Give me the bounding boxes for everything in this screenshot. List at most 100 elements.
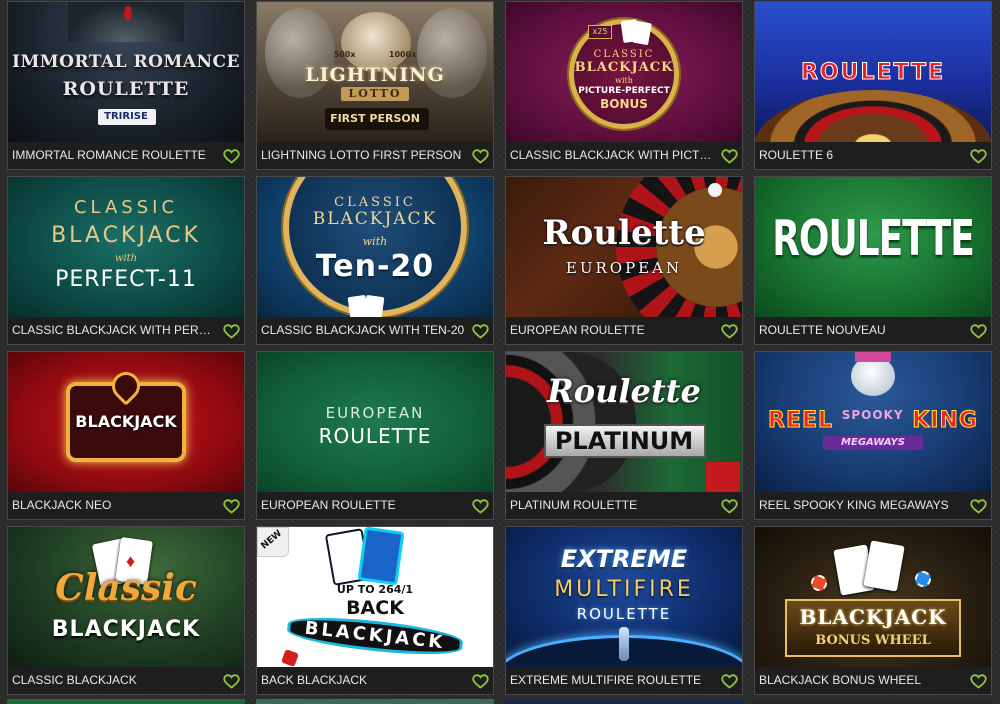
logo-line: BLACKJACK	[51, 617, 201, 642]
logo-line: MULTIFIRE	[554, 577, 694, 602]
multiplier-label: 500x	[333, 50, 356, 59]
logo-line: LOTTO	[348, 87, 402, 100]
favorite-heart-icon[interactable]	[223, 324, 240, 339]
game-title: CLASSIC BLACKJACK WITH TEN-20	[257, 317, 493, 344]
logo-line: PLATINUM	[554, 427, 694, 455]
logo-badge: TRIRISE	[104, 111, 148, 122]
logo-line: REEL	[768, 408, 834, 434]
next-row-tile-peek[interactable]	[505, 699, 743, 704]
favorite-heart-icon[interactable]	[970, 674, 987, 689]
multiplier-badge: x25	[588, 25, 612, 39]
logo-line: ROULETTE	[772, 211, 975, 268]
favorite-heart-icon[interactable]	[721, 324, 738, 339]
game-thumbnail: EXTREME MULTIFIRE ROULETTE	[506, 527, 742, 667]
logo-line: MEGAWAYS	[841, 437, 905, 448]
game-tile[interactable]: Roulette EUROPEAN EUROPEAN ROULETTE	[505, 176, 743, 345]
favorite-heart-icon[interactable]	[472, 499, 489, 514]
logo-line: SPOOKY	[841, 408, 904, 422]
logo-line: Classic	[55, 567, 197, 609]
logo-line: with	[362, 235, 388, 248]
game-thumbnail: BLACKJACK BONUS WHEEL	[755, 527, 991, 667]
game-thumbnail: IMMORTAL ROMANCE ROULETTE TRIRISE	[8, 2, 244, 142]
next-row-tile-peek[interactable]	[7, 699, 245, 704]
game-thumbnail: NEW UP TO 264/1 BACK BLACKJACK	[257, 527, 493, 667]
favorite-heart-icon[interactable]	[721, 674, 738, 689]
favorite-heart-icon[interactable]	[721, 499, 738, 514]
logo-line: Roulette	[547, 372, 701, 410]
game-title: CLASSIC BLACKJACK WITH PERFECT...	[8, 317, 244, 344]
game-title: BLACKJACK BONUS WHEEL	[755, 667, 991, 694]
favorite-heart-icon[interactable]	[223, 149, 240, 164]
game-title: ROULETTE NOUVEAU	[755, 317, 991, 344]
logo-line: CLASSIC	[593, 49, 655, 60]
logo-line: with	[114, 253, 138, 264]
favorite-heart-icon[interactable]	[472, 674, 489, 689]
logo-line: FIRST PERSON	[330, 112, 420, 125]
logo-line: CLASSIC	[334, 195, 416, 210]
game-title: PLATINUM ROULETTE	[506, 492, 742, 519]
game-tile[interactable]: EXTREME MULTIFIRE ROULETTE EXTREME MULTI…	[505, 526, 743, 695]
logo-line: BLACKJACK	[574, 60, 674, 75]
logo-line: EUROPEAN	[325, 404, 425, 422]
game-tile[interactable]: EUROPEAN ROULETTE EUROPEAN ROULETTE	[256, 351, 494, 520]
logo-line: LIGHTNING	[305, 64, 445, 86]
game-tile[interactable]: ♦ Classic BLACKJACK CLASSIC BLACKJACK	[7, 526, 245, 695]
game-title: BLACKJACK NEO	[8, 492, 244, 519]
logo-line: BLACKJACK	[51, 223, 201, 248]
game-title: EUROPEAN ROULETTE	[506, 317, 742, 344]
game-tile[interactable]: Roulette PLATINUM PLATINUM ROULETTE	[505, 351, 743, 520]
game-title: LIGHTNING LOTTO FIRST PERSON	[257, 142, 493, 169]
game-thumbnail: Roulette PLATINUM	[506, 352, 742, 492]
game-tile[interactable]: x25 CLASSIC BLACKJACK with PICTURE-PERFE…	[505, 1, 743, 170]
next-row-tile-peek[interactable]	[754, 699, 992, 704]
game-tile[interactable]: BLACKJACK BONUS WHEEL BLACKJACK BONUS WH…	[754, 526, 992, 695]
logo-line: PICTURE-PERFECT	[578, 86, 670, 96]
next-row-tile-peek[interactable]	[256, 699, 494, 704]
game-thumbnail: ♦ Classic BLACKJACK	[8, 527, 244, 667]
favorite-heart-icon[interactable]	[970, 324, 987, 339]
logo-line: PERFECT-11	[55, 267, 197, 292]
game-title: EXTREME MULTIFIRE ROULETTE	[506, 667, 742, 694]
game-thumbnail: BLACKJACK	[8, 352, 244, 492]
game-thumbnail: ROULETTE	[755, 2, 991, 142]
game-thumbnail: 500x 1000x LIGHTNING LOTTO FIRST PERSON	[257, 2, 493, 142]
logo-line: BONUS WHEEL	[815, 633, 931, 648]
game-tile[interactable]: ROULETTE ROULETTE NOUVEAU	[754, 176, 992, 345]
logo-line: ROULETTE	[318, 424, 432, 448]
multiplier-label: 1000x	[388, 50, 417, 59]
game-tile[interactable]: ROULETTE ROULETTE 6	[754, 1, 992, 170]
game-tile[interactable]: 500x 1000x LIGHTNING LOTTO FIRST PERSON …	[256, 1, 494, 170]
logo-line: BLACKJACK	[75, 412, 177, 431]
logo-line: Roulette	[542, 213, 706, 253]
game-thumbnail: x25 CLASSIC BLACKJACK with PICTURE-PERFE…	[506, 2, 742, 142]
game-tile[interactable]: CLASSIC BLACKJACK with PERFECT-11 CLASSI…	[7, 176, 245, 345]
game-tile[interactable]: CLASSIC BLACKJACK with Ten-20 CLASSIC BL…	[256, 176, 494, 345]
game-title: BACK BLACKJACK	[257, 667, 493, 694]
logo-line: BONUS	[600, 97, 648, 111]
game-tile[interactable]: NEW UP TO 264/1 BACK BLACKJACK BACK BLAC…	[256, 526, 494, 695]
game-thumbnail: EUROPEAN ROULETTE	[257, 352, 493, 492]
logo-line: BLACKJACK	[799, 605, 947, 629]
game-tile[interactable]: BLACKJACK BLACKJACK NEO	[7, 351, 245, 520]
logo-line: IMMORTAL ROMANCE	[12, 52, 240, 72]
logo-line: Ten-20	[315, 249, 435, 284]
logo-line: CLASSIC	[73, 197, 179, 218]
favorite-heart-icon[interactable]	[970, 149, 987, 164]
favorite-heart-icon[interactable]	[223, 499, 240, 514]
game-thumbnail: REEL SPOOKY KING MEGAWAYS	[755, 352, 991, 492]
game-title: CLASSIC BLACKJACK	[8, 667, 244, 694]
game-thumbnail: Roulette EUROPEAN	[506, 177, 742, 317]
favorite-heart-icon[interactable]	[721, 149, 738, 164]
logo-line: EXTREME	[560, 545, 688, 573]
favorite-heart-icon[interactable]	[472, 149, 489, 164]
favorite-heart-icon[interactable]	[472, 324, 489, 339]
favorite-heart-icon[interactable]	[970, 499, 987, 514]
favorite-heart-icon[interactable]	[223, 674, 240, 689]
game-tile[interactable]: IMMORTAL ROMANCE ROULETTE TRIRISE IMMORT…	[7, 1, 245, 170]
logo-line: ROULETTE	[62, 78, 190, 100]
game-grid: IMMORTAL ROMANCE ROULETTE TRIRISE IMMORT…	[7, 1, 992, 695]
game-thumbnail: ROULETTE	[755, 177, 991, 317]
game-thumbnail: CLASSIC BLACKJACK with PERFECT-11	[8, 177, 244, 317]
logo-line: KING	[912, 408, 978, 434]
game-tile[interactable]: REEL SPOOKY KING MEGAWAYS REEL SPOOKY KI…	[754, 351, 992, 520]
